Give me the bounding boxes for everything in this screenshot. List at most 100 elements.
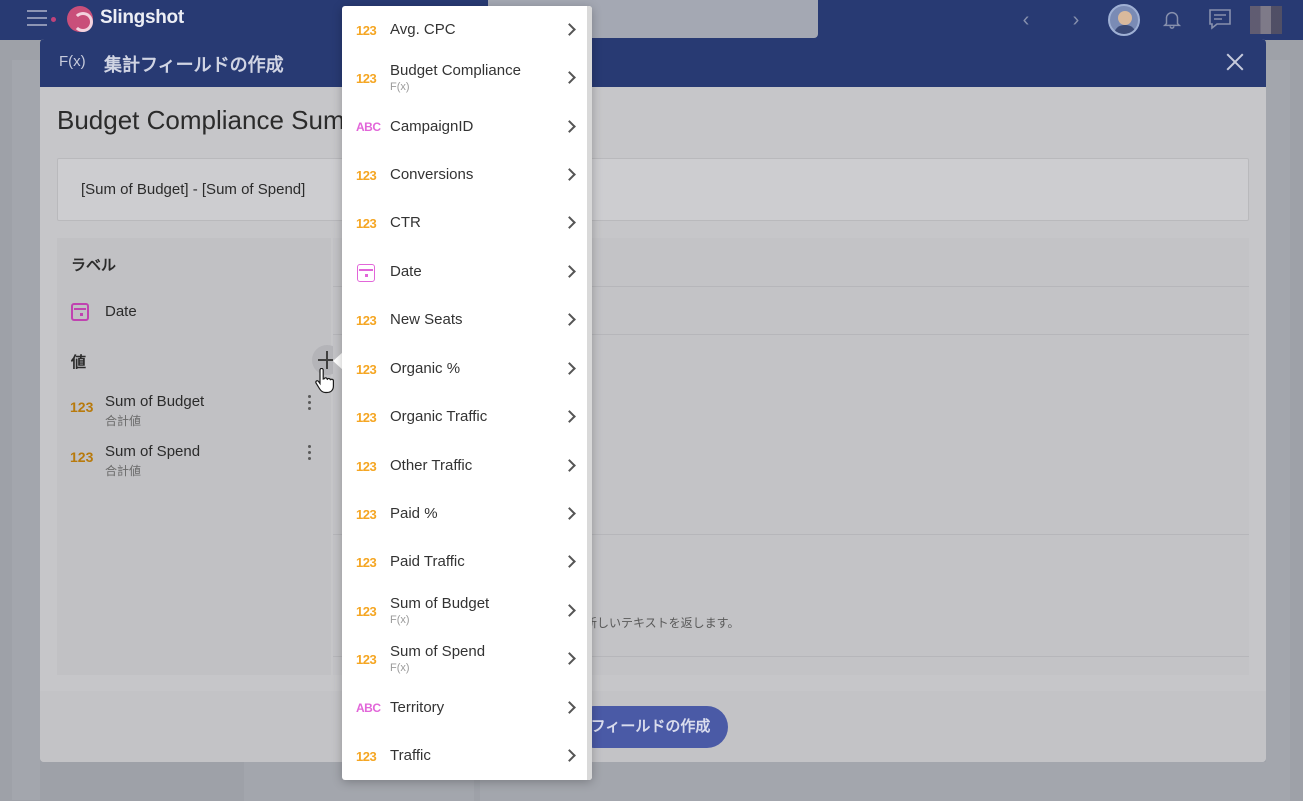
field-option-label: Sum of Budget bbox=[390, 595, 490, 612]
field-option-label: Paid % bbox=[390, 505, 438, 522]
function-help-text: …新しいテキストを返します。 bbox=[573, 616, 740, 630]
calendar-icon bbox=[357, 264, 375, 282]
field-option-label: New Seats bbox=[390, 311, 463, 328]
back-arrow-icon[interactable]: ‹ bbox=[1014, 8, 1038, 32]
chevron-right-icon bbox=[563, 313, 576, 326]
field-option-label: Other Traffic bbox=[390, 457, 473, 474]
field-option[interactable]: 123 Other Traffic bbox=[342, 442, 587, 490]
scrollbar[interactable] bbox=[587, 6, 592, 780]
field-option-label: Avg. CPC bbox=[390, 21, 456, 38]
field-option-label: Date bbox=[390, 263, 422, 280]
formula-text: [Sum of Budget] - [Sum of Spend] bbox=[81, 181, 306, 198]
field-option[interactable]: Date bbox=[342, 248, 587, 296]
chevron-right-icon bbox=[563, 749, 576, 762]
number-type-icon: 123 bbox=[356, 23, 377, 38]
number-type-icon: 123 bbox=[356, 459, 377, 474]
number-type-icon: 123 bbox=[70, 449, 94, 465]
values-section-title: 値 bbox=[71, 354, 87, 371]
text-type-icon: ABC bbox=[356, 120, 381, 134]
chevron-right-icon bbox=[563, 265, 576, 278]
field-option[interactable]: 123 Paid % bbox=[342, 490, 587, 538]
number-type-icon: 123 bbox=[356, 168, 377, 183]
field-option[interactable]: 123 CTR bbox=[342, 199, 587, 247]
background-panel bbox=[1266, 60, 1290, 800]
dialog-header: F(x) 集計フィールドの作成 bbox=[40, 39, 1266, 87]
chevron-right-icon bbox=[563, 362, 576, 375]
field-option-sub: F(x) bbox=[390, 662, 410, 674]
field-option-label: Traffic bbox=[390, 747, 431, 764]
fields-panel: ラベル Date 値 123 Sum of Budget 合計値 123 Sum… bbox=[57, 238, 342, 675]
field-option-label: Organic % bbox=[390, 360, 461, 377]
app-name: Slingshot bbox=[100, 7, 184, 28]
chat-icon[interactable] bbox=[1208, 8, 1232, 32]
field-option[interactable]: 123 Paid Traffic bbox=[342, 538, 587, 586]
value-item[interactable]: 123 Sum of Spend 合計値 bbox=[70, 443, 325, 483]
background-panel bbox=[12, 60, 40, 800]
bell-icon[interactable] bbox=[1160, 8, 1184, 32]
field-option[interactable]: 123 Organic Traffic bbox=[342, 393, 587, 441]
field-option[interactable]: 123 Sum of Spend F(x) bbox=[342, 635, 587, 683]
field-option-label: Paid Traffic bbox=[390, 553, 465, 570]
field-option[interactable]: 123 Budget Compliance F(x) bbox=[342, 54, 587, 102]
workspace-icon[interactable] bbox=[1250, 6, 1282, 34]
hand-cursor-icon bbox=[315, 368, 334, 394]
fx-icon: F(x) bbox=[59, 53, 86, 70]
field-option[interactable]: 123 Organic % bbox=[342, 345, 587, 393]
slingshot-logo-icon bbox=[67, 6, 93, 32]
chevron-right-icon bbox=[563, 459, 576, 472]
value-item-aggregation: 合計値 bbox=[105, 414, 142, 428]
number-type-icon: 123 bbox=[356, 652, 377, 667]
field-picker-dropdown: 123 Avg. CPC 123 Budget Compliance F(x) … bbox=[342, 6, 592, 780]
number-type-icon: 123 bbox=[356, 313, 377, 328]
field-option[interactable]: ABC Territory bbox=[342, 684, 587, 732]
field-option-label: Territory bbox=[390, 699, 445, 716]
calculated-field-dialog: F(x) 集計フィールドの作成 Budget Compliance Sum [S… bbox=[40, 39, 1266, 762]
label-section-title: ラベル bbox=[71, 257, 117, 274]
value-item-aggregation: 合計値 bbox=[105, 464, 142, 478]
notification-dot bbox=[51, 17, 56, 22]
forward-arrow-icon[interactable]: › bbox=[1064, 8, 1088, 32]
dialog-title: 集計フィールドの作成 bbox=[104, 55, 284, 75]
field-name-input[interactable]: Budget Compliance Sum bbox=[57, 105, 345, 136]
number-type-icon: 123 bbox=[70, 399, 94, 415]
hamburger-menu-icon[interactable] bbox=[27, 10, 47, 28]
field-option-sub: F(x) bbox=[390, 81, 410, 93]
number-type-icon: 123 bbox=[356, 604, 377, 619]
value-item[interactable]: 123 Sum of Budget 合計値 bbox=[70, 393, 325, 433]
chevron-right-icon bbox=[563, 71, 576, 84]
number-type-icon: 123 bbox=[356, 362, 377, 377]
more-options-icon[interactable] bbox=[308, 395, 312, 413]
field-option[interactable]: 123 Sum of Budget F(x) bbox=[342, 587, 587, 635]
more-options-icon[interactable] bbox=[308, 445, 312, 463]
number-type-icon: 123 bbox=[356, 507, 377, 522]
number-type-icon: 123 bbox=[356, 555, 377, 570]
formula-editor[interactable]: [Sum of Budget] - [Sum of Spend] bbox=[57, 158, 1249, 221]
label-item-name: Date bbox=[105, 303, 137, 320]
field-option[interactable]: 123 Avg. CPC bbox=[342, 6, 587, 54]
value-item-name: Sum of Spend bbox=[105, 443, 201, 460]
chevron-right-icon bbox=[563, 410, 576, 423]
number-type-icon: 123 bbox=[356, 71, 377, 86]
field-option[interactable]: 123 Traffic bbox=[342, 732, 587, 780]
number-type-icon: 123 bbox=[356, 749, 377, 764]
user-avatar[interactable] bbox=[1108, 4, 1140, 36]
number-type-icon: 123 bbox=[356, 410, 377, 425]
top-bar: Slingshot ‹ › bbox=[0, 0, 1303, 40]
field-option[interactable]: 123 Conversions bbox=[342, 151, 587, 199]
field-option-label: Budget Compliance bbox=[390, 62, 521, 79]
calendar-icon bbox=[71, 303, 89, 321]
create-field-button[interactable]: フィールドの作成 bbox=[573, 706, 728, 748]
field-option-label: Conversions bbox=[390, 166, 474, 183]
chevron-right-icon bbox=[563, 604, 576, 617]
close-icon[interactable] bbox=[1222, 49, 1248, 75]
field-option-label: Organic Traffic bbox=[390, 408, 488, 425]
field-option-label: Sum of Spend bbox=[390, 643, 486, 660]
chevron-right-icon bbox=[563, 507, 576, 520]
field-option[interactable]: 123 New Seats bbox=[342, 296, 587, 344]
field-option-label: CTR bbox=[390, 214, 421, 231]
field-option[interactable]: ABC CampaignID bbox=[342, 103, 587, 151]
chevron-right-icon bbox=[563, 555, 576, 568]
chevron-right-icon bbox=[563, 120, 576, 133]
chevron-right-icon bbox=[563, 652, 576, 665]
label-item-date[interactable]: Date bbox=[70, 302, 325, 342]
